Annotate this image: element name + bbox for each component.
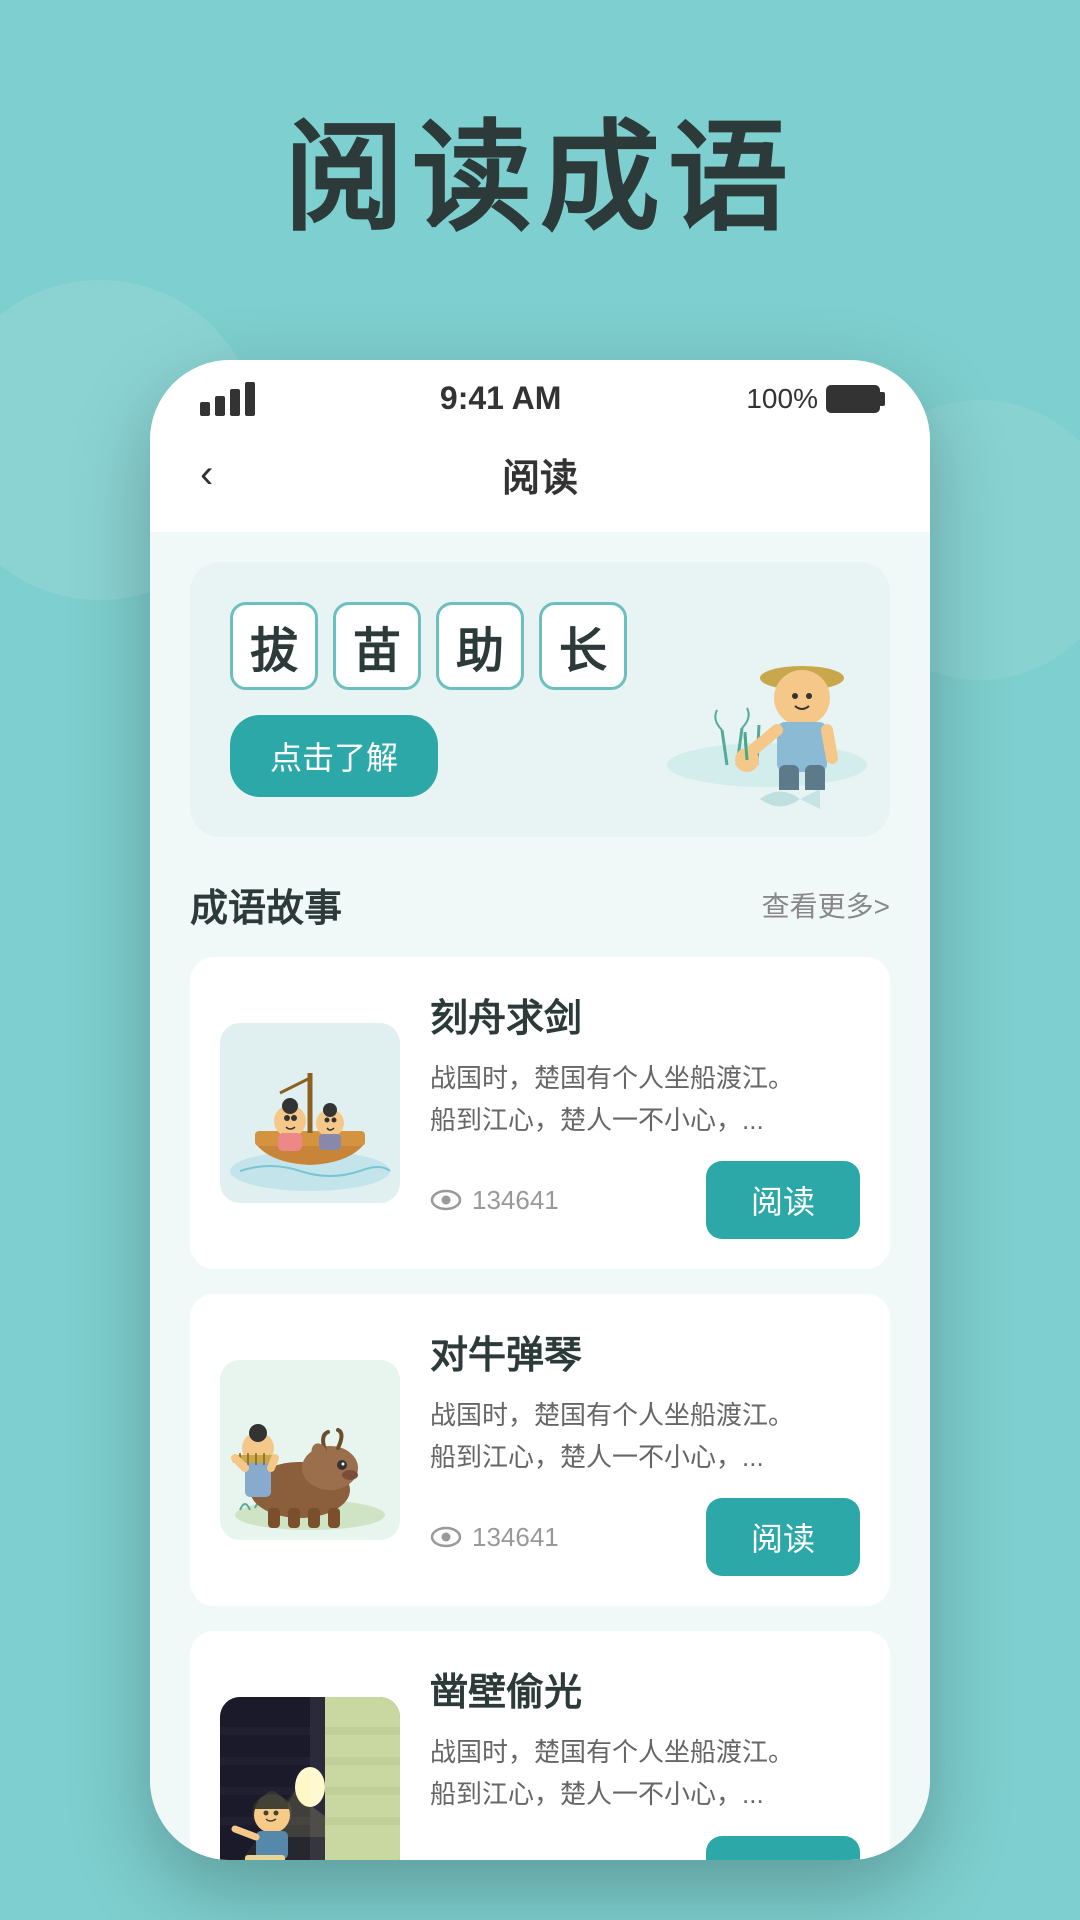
story-card-2: 对牛弹琴 战国时，楚国有个人坐船渡江。船到江心，楚人一不小心，... 13464… (190, 1294, 890, 1606)
story-views-1: 134641 (430, 1185, 559, 1216)
banner-left: 拔 苗 助 长 点击了解 (230, 602, 627, 797)
story-title-3: 凿壁偷光 (430, 1661, 860, 1716)
nav-title: 阅读 (502, 447, 578, 502)
story-card-3: 凿壁偷光 战国时，楚国有个人坐船渡江。船到江心，楚人一不小心，... 13464… (190, 1631, 890, 1860)
read-button-2[interactable]: 阅读 (706, 1498, 860, 1576)
story-image-1 (220, 1023, 400, 1203)
story-desc-1: 战国时，楚国有个人坐船渡江。船到江心，楚人一不小心，... (430, 1058, 860, 1141)
signal-bar-4 (245, 382, 255, 416)
idiom-char-1: 拔 (230, 602, 318, 690)
signal-bar-3 (230, 389, 240, 416)
status-bar: 9:41 AM 100% (150, 360, 930, 427)
story-title-2: 对牛弹琴 (430, 1324, 860, 1379)
read-button-3[interactable]: 阅读 (706, 1836, 860, 1860)
story-views-3: 134641 (430, 1859, 559, 1860)
story-content-1: 刻舟求剑 战国时，楚国有个人坐船渡江。船到江心，楚人一不小心，... 13464… (430, 987, 860, 1239)
story-title-1: 刻舟求剑 (430, 987, 860, 1042)
hero-title: 阅读成语 (0, 0, 1080, 254)
eye-icon-2 (430, 1526, 462, 1548)
card-footer-1: 134641 阅读 (430, 1161, 860, 1239)
status-time: 9:41 AM (440, 380, 562, 417)
phone-frame: 9:41 AM 100% ‹ 阅读 拔 苗 助 长 点击了解 (150, 360, 930, 1860)
signal-bar-1 (200, 402, 210, 416)
section-header: 成语故事 查看更多> (190, 837, 890, 957)
story-card-1: 刻舟求剑 战国时，楚国有个人坐船渡江。船到江心，楚人一不小心，... 13464… (190, 957, 890, 1269)
eye-icon-1 (430, 1189, 462, 1211)
card-footer-3: 134641 阅读 (430, 1836, 860, 1860)
story-content-3: 凿壁偷光 战国时，楚国有个人坐船渡江。船到江心，楚人一不小心，... 13464… (430, 1661, 860, 1860)
story-image-3 (220, 1697, 400, 1860)
idiom-char-3: 助 (436, 602, 524, 690)
read-button-1[interactable]: 阅读 (706, 1161, 860, 1239)
section-title: 成语故事 (190, 877, 342, 932)
back-button[interactable]: ‹ (200, 452, 213, 497)
nav-bar: ‹ 阅读 (150, 427, 930, 532)
idiom-chars: 拔 苗 助 长 (230, 602, 627, 690)
idiom-char-2: 苗 (333, 602, 421, 690)
story-desc-2: 战国时，楚国有个人坐船渡江。船到江心，楚人一不小心，... (430, 1395, 860, 1478)
battery-percent: 100% (746, 383, 818, 415)
signal-icon (200, 382, 255, 416)
idiom-char-4: 长 (539, 602, 627, 690)
main-content: 拔 苗 助 长 点击了解 (150, 532, 930, 1860)
story-views-2: 134641 (430, 1522, 559, 1553)
battery-group: 100% (746, 383, 880, 415)
story-content-2: 对牛弹琴 战国时，楚国有个人坐船渡江。船到江心，楚人一不小心，... 13464… (430, 1324, 860, 1576)
story-image-2 (220, 1360, 400, 1540)
signal-bar-2 (215, 396, 225, 416)
learn-more-button[interactable]: 点击了解 (230, 715, 438, 797)
view-more-button[interactable]: 查看更多> (762, 885, 890, 925)
farmer-illustration (657, 610, 877, 790)
feature-banner: 拔 苗 助 长 点击了解 (190, 562, 890, 837)
card-footer-2: 134641 阅读 (430, 1498, 860, 1576)
fish-decoration (750, 779, 830, 827)
story-desc-3: 战国时，楚国有个人坐船渡江。船到江心，楚人一不小心，... (430, 1732, 860, 1815)
battery-icon (826, 385, 880, 413)
